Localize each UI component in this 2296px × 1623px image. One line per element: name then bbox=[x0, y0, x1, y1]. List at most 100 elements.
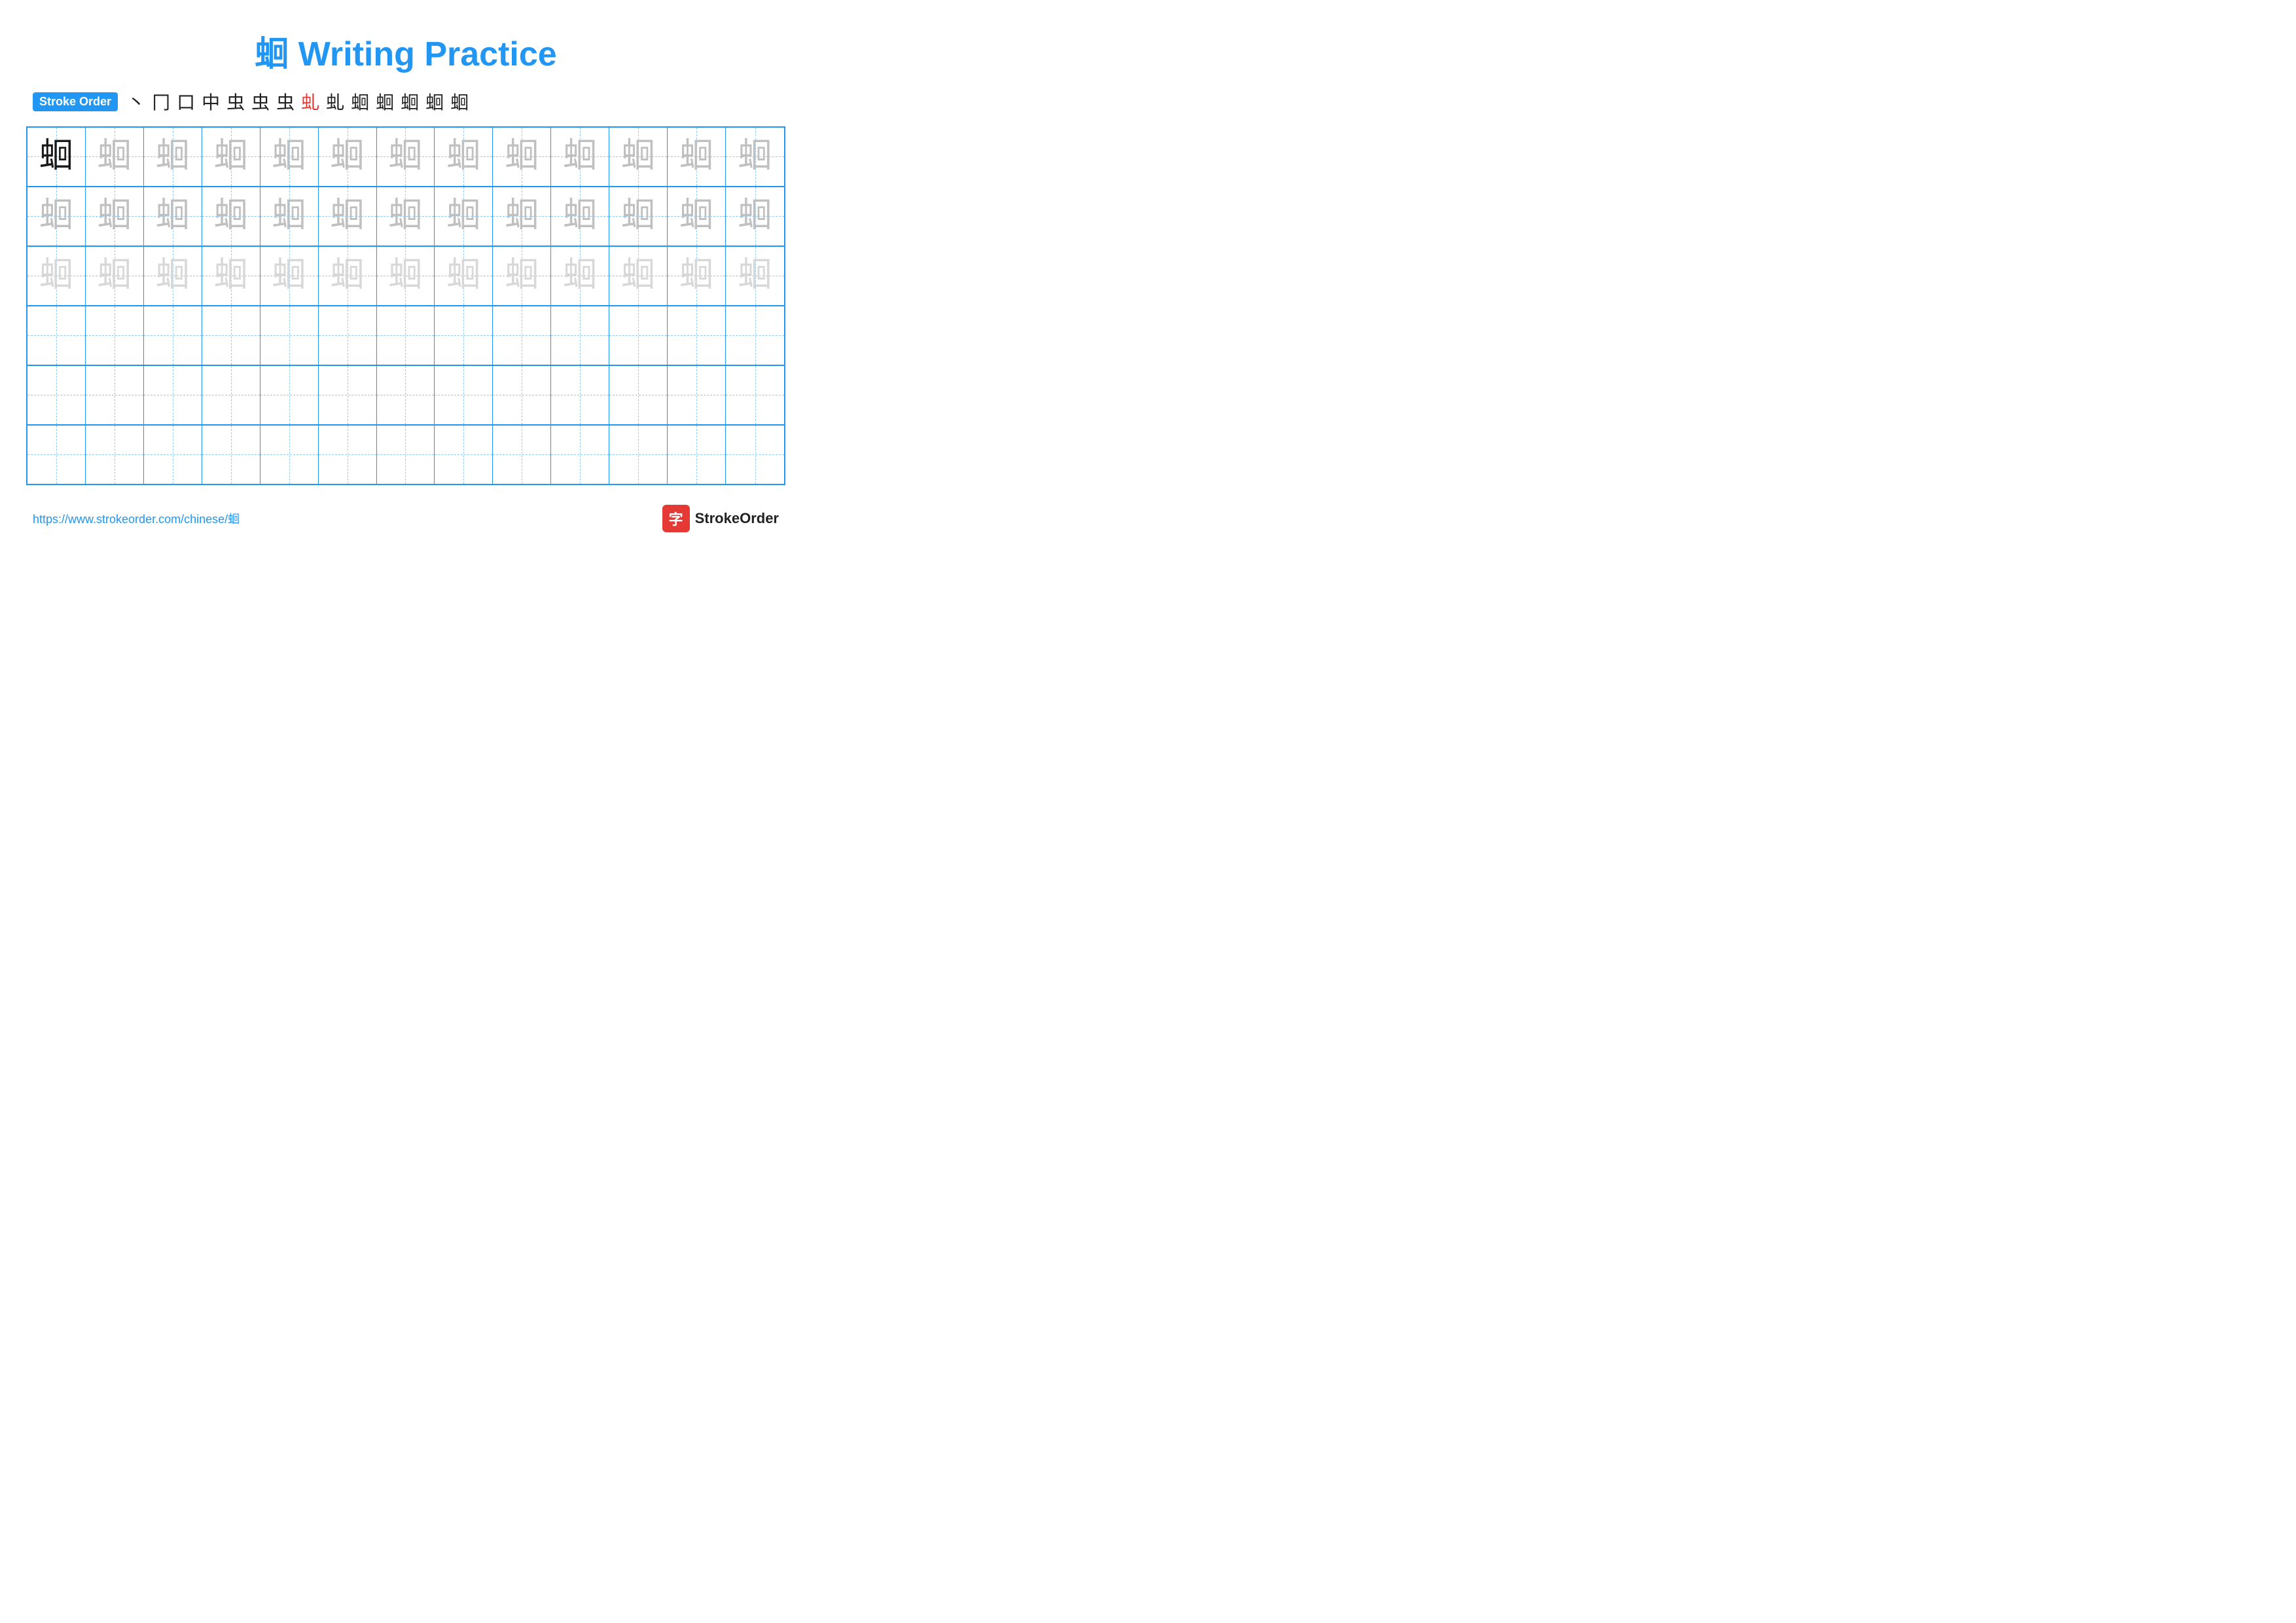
cell-3-4[interactable]: 蛔 bbox=[202, 247, 260, 305]
cell-3-2[interactable]: 蛔 bbox=[86, 247, 144, 305]
cell-3-12[interactable]: 蛔 bbox=[668, 247, 726, 305]
cell-2-6[interactable]: 蛔 bbox=[319, 187, 377, 246]
stroke-order-row: Stroke Order 丶 冂 口 中 虫 虫 虫 虬 虬 蛔 蛔 蛔 蛔 蛔 bbox=[26, 88, 785, 115]
stroke-14: 蛔 bbox=[450, 88, 469, 115]
cell-4-5[interactable] bbox=[260, 306, 319, 365]
cell-2-10[interactable]: 蛔 bbox=[551, 187, 609, 246]
cell-5-11[interactable] bbox=[609, 366, 668, 424]
cell-5-9[interactable] bbox=[493, 366, 551, 424]
cell-5-7[interactable] bbox=[377, 366, 435, 424]
cell-1-1[interactable]: 蛔 bbox=[27, 128, 86, 186]
cell-5-8[interactable] bbox=[435, 366, 493, 424]
cell-1-11[interactable]: 蛔 bbox=[609, 128, 668, 186]
cell-1-6[interactable]: 蛔 bbox=[319, 128, 377, 186]
cell-2-13[interactable]: 蛔 bbox=[726, 187, 784, 246]
char-display: 蛔 bbox=[98, 139, 132, 173]
cell-2-7[interactable]: 蛔 bbox=[377, 187, 435, 246]
cell-6-7[interactable] bbox=[377, 426, 435, 484]
char-display: 蛔 bbox=[156, 199, 190, 233]
cell-4-9[interactable] bbox=[493, 306, 551, 365]
cell-5-5[interactable] bbox=[260, 366, 319, 424]
cell-6-4[interactable] bbox=[202, 426, 260, 484]
cell-1-13[interactable]: 蛔 bbox=[726, 128, 784, 186]
page-title: 蛔 Writing Practice bbox=[26, 26, 785, 75]
cell-1-10[interactable]: 蛔 bbox=[551, 128, 609, 186]
cell-2-9[interactable]: 蛔 bbox=[493, 187, 551, 246]
cell-3-10[interactable]: 蛔 bbox=[551, 247, 609, 305]
cell-1-2[interactable]: 蛔 bbox=[86, 128, 144, 186]
cell-3-7[interactable]: 蛔 bbox=[377, 247, 435, 305]
char-display: 蛔 bbox=[505, 259, 539, 293]
cell-6-2[interactable] bbox=[86, 426, 144, 484]
cell-6-10[interactable] bbox=[551, 426, 609, 484]
grid-row-6 bbox=[27, 426, 784, 484]
cell-5-4[interactable] bbox=[202, 366, 260, 424]
cell-4-3[interactable] bbox=[144, 306, 202, 365]
cell-2-1[interactable]: 蛔 bbox=[27, 187, 86, 246]
cell-4-10[interactable] bbox=[551, 306, 609, 365]
cell-4-13[interactable] bbox=[726, 306, 784, 365]
cell-2-4[interactable]: 蛔 bbox=[202, 187, 260, 246]
footer-url-link[interactable]: https://www.strokeorder.com/chinese/蛔 bbox=[33, 510, 240, 527]
cell-2-12[interactable]: 蛔 bbox=[668, 187, 726, 246]
cell-5-3[interactable] bbox=[144, 366, 202, 424]
cell-3-1[interactable]: 蛔 bbox=[27, 247, 86, 305]
stroke-1: 丶 bbox=[127, 88, 145, 115]
cell-6-3[interactable] bbox=[144, 426, 202, 484]
cell-5-6[interactable] bbox=[319, 366, 377, 424]
char-display: 蛔 bbox=[331, 199, 365, 233]
char-display: 蛔 bbox=[621, 199, 655, 233]
char-display: 蛔 bbox=[272, 139, 306, 173]
stroke-4: 中 bbox=[202, 88, 220, 115]
stroke-10: 蛔 bbox=[351, 88, 369, 115]
cell-3-6[interactable]: 蛔 bbox=[319, 247, 377, 305]
cell-2-3[interactable]: 蛔 bbox=[144, 187, 202, 246]
cell-4-12[interactable] bbox=[668, 306, 726, 365]
cell-3-11[interactable]: 蛔 bbox=[609, 247, 668, 305]
cell-5-1[interactable] bbox=[27, 366, 86, 424]
cell-4-4[interactable] bbox=[202, 306, 260, 365]
cell-6-5[interactable] bbox=[260, 426, 319, 484]
cell-2-11[interactable]: 蛔 bbox=[609, 187, 668, 246]
cell-5-12[interactable] bbox=[668, 366, 726, 424]
stroke-11: 蛔 bbox=[376, 88, 394, 115]
cell-3-3[interactable]: 蛔 bbox=[144, 247, 202, 305]
char-display: 蛔 bbox=[446, 139, 480, 173]
cell-6-8[interactable] bbox=[435, 426, 493, 484]
cell-2-5[interactable]: 蛔 bbox=[260, 187, 319, 246]
cell-4-11[interactable] bbox=[609, 306, 668, 365]
cell-5-13[interactable] bbox=[726, 366, 784, 424]
cell-1-4[interactable]: 蛔 bbox=[202, 128, 260, 186]
cell-2-2[interactable]: 蛔 bbox=[86, 187, 144, 246]
cell-2-8[interactable]: 蛔 bbox=[435, 187, 493, 246]
cell-6-9[interactable] bbox=[493, 426, 551, 484]
cell-6-11[interactable] bbox=[609, 426, 668, 484]
cell-4-6[interactable] bbox=[319, 306, 377, 365]
stroke-8: 虬 bbox=[301, 88, 319, 115]
cell-4-1[interactable] bbox=[27, 306, 86, 365]
stroke-order-badge: Stroke Order bbox=[33, 92, 118, 111]
char-display: 蛔 bbox=[563, 199, 597, 233]
cell-4-8[interactable] bbox=[435, 306, 493, 365]
cell-1-8[interactable]: 蛔 bbox=[435, 128, 493, 186]
cell-3-5[interactable]: 蛔 bbox=[260, 247, 319, 305]
cell-1-5[interactable]: 蛔 bbox=[260, 128, 319, 186]
cell-4-2[interactable] bbox=[86, 306, 144, 365]
char-display: 蛔 bbox=[679, 139, 713, 173]
cell-6-13[interactable] bbox=[726, 426, 784, 484]
char-display: 蛔 bbox=[679, 259, 713, 293]
title-area: 蛔 Writing Practice bbox=[26, 26, 785, 75]
cell-3-9[interactable]: 蛔 bbox=[493, 247, 551, 305]
cell-6-12[interactable] bbox=[668, 426, 726, 484]
cell-1-12[interactable]: 蛔 bbox=[668, 128, 726, 186]
cell-3-8[interactable]: 蛔 bbox=[435, 247, 493, 305]
cell-3-13[interactable]: 蛔 bbox=[726, 247, 784, 305]
cell-1-9[interactable]: 蛔 bbox=[493, 128, 551, 186]
cell-5-2[interactable] bbox=[86, 366, 144, 424]
cell-1-7[interactable]: 蛔 bbox=[377, 128, 435, 186]
cell-1-3[interactable]: 蛔 bbox=[144, 128, 202, 186]
cell-5-10[interactable] bbox=[551, 366, 609, 424]
cell-6-1[interactable] bbox=[27, 426, 86, 484]
cell-6-6[interactable] bbox=[319, 426, 377, 484]
cell-4-7[interactable] bbox=[377, 306, 435, 365]
